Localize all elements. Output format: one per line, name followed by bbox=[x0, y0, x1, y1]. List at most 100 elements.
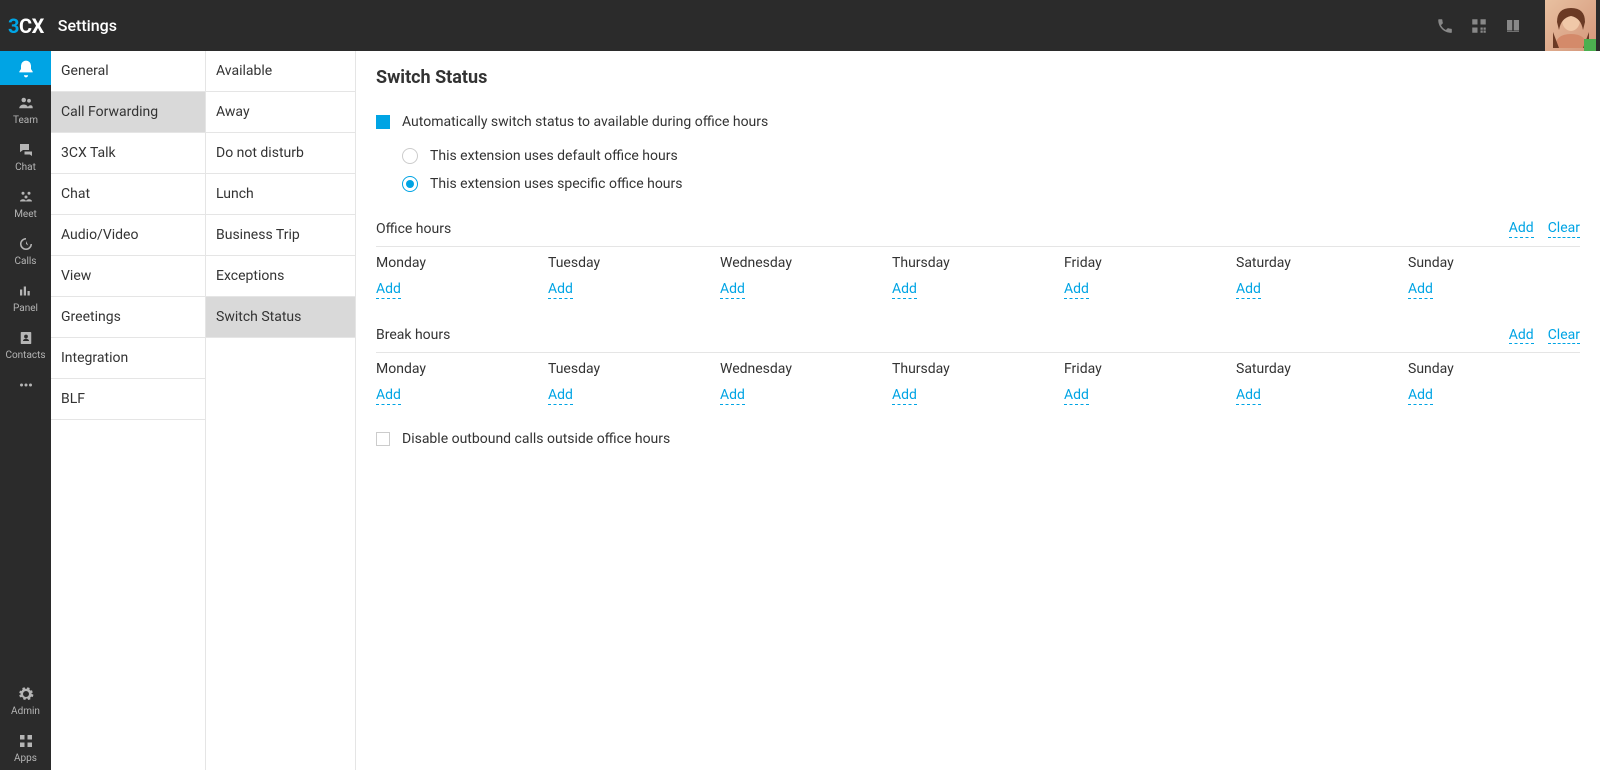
office-day-friday-label: Friday bbox=[1064, 255, 1236, 271]
disable-outbound-row: Disable outbound calls outside office ho… bbox=[376, 427, 1580, 447]
settings-nav-blf[interactable]: BLF bbox=[51, 379, 205, 420]
panel-icon bbox=[16, 281, 36, 301]
office-hours-radio-group: This extension uses default office hours… bbox=[376, 142, 1580, 198]
rail-calls[interactable]: Calls bbox=[0, 226, 51, 273]
logo-cx: CX bbox=[19, 14, 44, 38]
office-hours-title: Office hours bbox=[376, 221, 451, 237]
settings-nav-call-forwarding[interactable]: Call Forwarding bbox=[51, 92, 205, 133]
settings-nav-view[interactable]: View bbox=[51, 256, 205, 297]
office-day-sunday-add[interactable]: Add bbox=[1408, 281, 1433, 299]
break-hours-add-all[interactable]: Add bbox=[1509, 327, 1534, 345]
status-nav-exceptions[interactable]: Exceptions bbox=[206, 256, 355, 297]
break-day-sunday: Sunday Add bbox=[1408, 361, 1580, 405]
rail-panel[interactable]: Panel bbox=[0, 273, 51, 320]
settings-nav-3cx-talk[interactable]: 3CX Talk bbox=[51, 133, 205, 174]
rail-more[interactable] bbox=[0, 367, 51, 401]
rail-panel-label: Panel bbox=[13, 304, 38, 314]
logo-three: 3 bbox=[8, 14, 19, 38]
office-hours-add-all[interactable]: Add bbox=[1509, 220, 1534, 238]
office-day-thursday: Thursday Add bbox=[892, 255, 1064, 299]
settings-nav-integration[interactable]: Integration bbox=[51, 338, 205, 379]
break-day-thursday: Thursday Add bbox=[892, 361, 1064, 405]
break-day-monday-add[interactable]: Add bbox=[376, 387, 401, 405]
auto-switch-checkbox[interactable] bbox=[376, 115, 390, 129]
avatar[interactable] bbox=[1545, 0, 1596, 51]
book-icon[interactable] bbox=[1503, 16, 1523, 36]
rail-admin-label: Admin bbox=[11, 707, 40, 717]
status-nav-lunch[interactable]: Lunch bbox=[206, 174, 355, 215]
left-rail: Team Chat Meet Calls Panel bbox=[0, 51, 51, 770]
office-day-thursday-label: Thursday bbox=[892, 255, 1064, 271]
break-day-wednesday-add[interactable]: Add bbox=[720, 387, 745, 405]
bell-icon bbox=[16, 59, 36, 79]
settings-nav-audio-video[interactable]: Audio/Video bbox=[51, 215, 205, 256]
office-day-sunday: Sunday Add bbox=[1408, 255, 1580, 299]
office-day-monday-add[interactable]: Add bbox=[376, 281, 401, 299]
break-hours-header: Break hours Add Clear bbox=[376, 321, 1580, 354]
rail-team-label: Team bbox=[13, 116, 38, 126]
radio-specific-hours-label: This extension uses specific office hour… bbox=[430, 176, 683, 192]
dial-icon[interactable] bbox=[1435, 16, 1455, 36]
settings-nav-greetings[interactable]: Greetings bbox=[51, 297, 205, 338]
break-hours-days: Monday Add Tuesday Add Wednesday Add Thu… bbox=[376, 361, 1580, 405]
office-hours-clear[interactable]: Clear bbox=[1548, 220, 1580, 238]
office-day-saturday: Saturday Add bbox=[1236, 255, 1408, 299]
more-icon bbox=[16, 375, 36, 395]
rail-apps[interactable]: Apps bbox=[0, 723, 51, 770]
office-day-wednesday-add[interactable]: Add bbox=[720, 281, 745, 299]
break-day-saturday: Saturday Add bbox=[1236, 361, 1408, 405]
office-day-friday-add[interactable]: Add bbox=[1064, 281, 1089, 299]
status-nav-business-trip[interactable]: Business Trip bbox=[206, 215, 355, 256]
settings-nav-general[interactable]: General bbox=[51, 51, 205, 92]
status-nav-available[interactable]: Available bbox=[206, 51, 355, 92]
radio-specific-hours[interactable] bbox=[402, 176, 418, 192]
status-nav-dnd[interactable]: Do not disturb bbox=[206, 133, 355, 174]
office-day-wednesday: Wednesday Add bbox=[720, 255, 892, 299]
chat-icon bbox=[16, 140, 36, 160]
page-title: Settings bbox=[58, 16, 117, 35]
settings-nav-chat[interactable]: Chat bbox=[51, 174, 205, 215]
radio-specific-hours-row: This extension uses specific office hour… bbox=[402, 170, 1580, 198]
office-day-monday-label: Monday bbox=[376, 255, 548, 271]
disable-outbound-checkbox[interactable] bbox=[376, 432, 390, 446]
break-day-tuesday: Tuesday Add bbox=[548, 361, 720, 405]
auto-switch-label: Automatically switch status to available… bbox=[402, 114, 768, 130]
break-day-wednesday-label: Wednesday bbox=[720, 361, 892, 377]
break-day-friday: Friday Add bbox=[1064, 361, 1236, 405]
rail-notifications[interactable] bbox=[0, 51, 51, 85]
meet-icon bbox=[16, 187, 36, 207]
content: Switch Status Automatically switch statu… bbox=[356, 51, 1600, 770]
topbar: 3CX Settings bbox=[0, 0, 1600, 51]
rail-admin[interactable]: Admin bbox=[0, 676, 51, 723]
break-day-friday-add[interactable]: Add bbox=[1064, 387, 1089, 405]
office-day-wednesday-label: Wednesday bbox=[720, 255, 892, 271]
office-day-monday: Monday Add bbox=[376, 255, 548, 299]
status-nav-switch-status[interactable]: Switch Status bbox=[206, 297, 355, 338]
break-day-sunday-add[interactable]: Add bbox=[1408, 387, 1433, 405]
office-day-tuesday-add[interactable]: Add bbox=[548, 281, 573, 299]
break-hours-clear[interactable]: Clear bbox=[1548, 327, 1580, 345]
logo[interactable]: 3CX bbox=[8, 14, 44, 38]
office-day-saturday-add[interactable]: Add bbox=[1236, 281, 1261, 299]
break-day-sunday-label: Sunday bbox=[1408, 361, 1580, 377]
break-day-saturday-add[interactable]: Add bbox=[1236, 387, 1261, 405]
break-day-friday-label: Friday bbox=[1064, 361, 1236, 377]
rail-contacts-label: Contacts bbox=[5, 351, 45, 361]
rail-team[interactable]: Team bbox=[0, 85, 51, 132]
office-day-sunday-label: Sunday bbox=[1408, 255, 1580, 271]
office-day-thursday-add[interactable]: Add bbox=[892, 281, 917, 299]
rail-chat[interactable]: Chat bbox=[0, 132, 51, 179]
gear-icon bbox=[16, 684, 36, 704]
status-nav: Available Away Do not disturb Lunch Busi… bbox=[206, 51, 356, 770]
office-day-tuesday-label: Tuesday bbox=[548, 255, 720, 271]
rail-meet[interactable]: Meet bbox=[0, 179, 51, 226]
break-hours-title: Break hours bbox=[376, 327, 450, 343]
break-day-thursday-add[interactable]: Add bbox=[892, 387, 917, 405]
status-nav-away[interactable]: Away bbox=[206, 92, 355, 133]
radio-default-hours[interactable] bbox=[402, 148, 418, 164]
break-day-saturday-label: Saturday bbox=[1236, 361, 1408, 377]
break-day-tuesday-add[interactable]: Add bbox=[548, 387, 573, 405]
qr-icon[interactable] bbox=[1469, 16, 1489, 36]
rail-contacts[interactable]: Contacts bbox=[0, 320, 51, 367]
break-day-wednesday: Wednesday Add bbox=[720, 361, 892, 405]
